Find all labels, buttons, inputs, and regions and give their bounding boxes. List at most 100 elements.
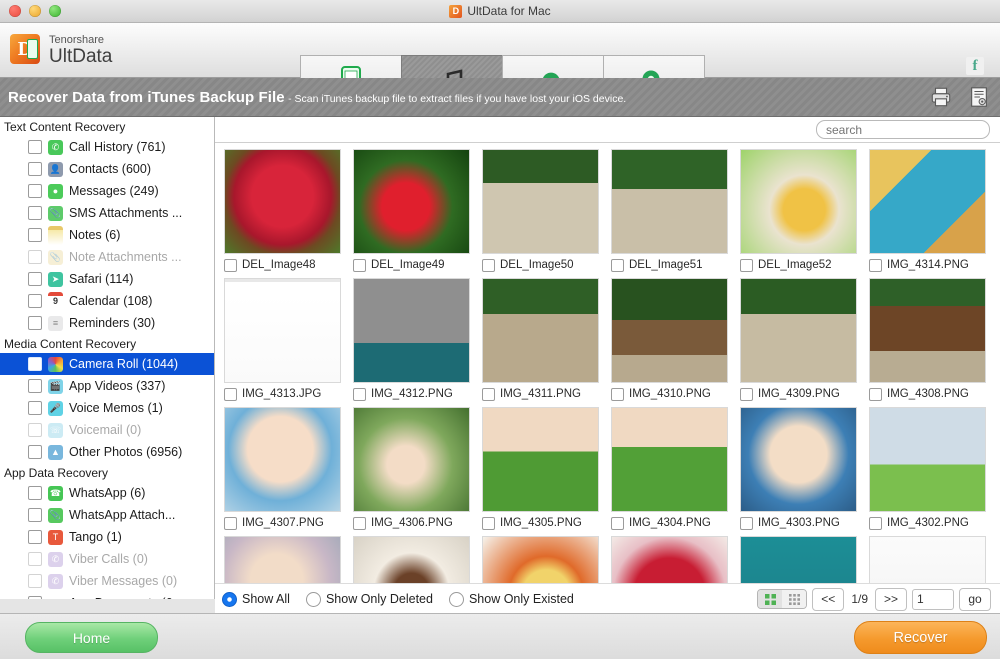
sidebar-item-note-attachments[interactable]: 📎 Note Attachments ... xyxy=(0,246,214,268)
thumbnail-checkbox[interactable] xyxy=(353,258,366,272)
thumbnail-image[interactable] xyxy=(740,149,857,254)
sidebar-item-voicemail-0[interactable]: ☏ Voicemail (0) xyxy=(0,419,214,441)
thumbnail-cell[interactable]: IMG_4302.PNG xyxy=(869,407,994,534)
thumbnail-checkbox[interactable] xyxy=(353,516,366,530)
thumbnail-cell[interactable]: IMG_4306.PNG xyxy=(353,407,478,534)
thumbnail-image[interactable] xyxy=(224,149,341,254)
thumbnail-image[interactable] xyxy=(482,149,599,254)
home-button[interactable]: Home xyxy=(25,622,158,653)
thumbnail-checkbox[interactable] xyxy=(224,387,237,401)
next-page-button[interactable]: >> xyxy=(875,587,907,611)
item-checkbox[interactable] xyxy=(28,316,42,330)
item-checkbox[interactable] xyxy=(28,250,42,264)
thumbnail-checkbox[interactable] xyxy=(740,258,753,272)
item-checkbox[interactable] xyxy=(28,401,42,415)
sidebar-item-notes-6[interactable]: Notes (6) xyxy=(0,224,214,246)
thumbnail-cell[interactable]: DEL_Image51 xyxy=(611,149,736,276)
thumbnail-cell[interactable]: IMG_4305.PNG xyxy=(482,407,607,534)
thumbnail-image[interactable] xyxy=(353,278,470,383)
thumbnail-checkbox[interactable] xyxy=(611,516,624,530)
thumbnail-cell[interactable]: IMG_4307.PNG xyxy=(224,407,349,534)
sidebar-item-safari-114[interactable]: ➤ Safari (114) xyxy=(0,268,214,290)
sidebar-item-call-history-761[interactable]: ✆ Call History (761) xyxy=(0,136,214,158)
search-input[interactable] xyxy=(816,120,990,139)
thumbnail-cell[interactable]: IMG_4310.PNG xyxy=(611,278,736,405)
thumbnail-checkbox[interactable] xyxy=(224,516,237,530)
sidebar-item-whatsapp-attach[interactable]: 📎 WhatsApp Attach... xyxy=(0,504,214,526)
sidebar-item-messages-249[interactable]: ● Messages (249) xyxy=(0,180,214,202)
thumbnail-image[interactable] xyxy=(353,149,470,254)
thumbnail-image[interactable] xyxy=(611,278,728,383)
item-checkbox[interactable] xyxy=(28,423,42,437)
sidebar-item-whatsapp-6[interactable]: ☎ WhatsApp (6) xyxy=(0,482,214,504)
thumbnail-checkbox[interactable] xyxy=(869,387,882,401)
thumbnail-checkbox[interactable] xyxy=(740,387,753,401)
go-button[interactable]: go xyxy=(959,587,991,611)
thumbnail-cell[interactable]: DEL_Image48 xyxy=(224,149,349,276)
thumbnail-checkbox[interactable] xyxy=(353,387,366,401)
thumbnail-image[interactable] xyxy=(869,149,986,254)
item-checkbox[interactable] xyxy=(28,574,42,588)
minimize-button[interactable] xyxy=(29,5,41,17)
sidebar-item-tango-1[interactable]: T Tango (1) xyxy=(0,526,214,548)
item-checkbox[interactable] xyxy=(28,596,42,599)
thumbnail-checkbox[interactable] xyxy=(611,258,624,272)
item-checkbox[interactable] xyxy=(28,184,42,198)
thumbnail-image[interactable] xyxy=(224,407,341,512)
thumbnail-checkbox[interactable] xyxy=(482,258,495,272)
item-checkbox[interactable] xyxy=(28,445,42,459)
filter-show-all[interactable]: Show All xyxy=(222,591,290,607)
thumbnail-image[interactable] xyxy=(740,407,857,512)
thumbnail-cell[interactable]: IMG_4303.PNG xyxy=(740,407,865,534)
thumbnail-cell[interactable]: IMG_4313.JPG xyxy=(224,278,349,405)
thumbnail-image[interactable] xyxy=(869,278,986,383)
thumbnail-cell[interactable]: IMG_4311.PNG xyxy=(482,278,607,405)
sidebar-item-app-documents-6[interactable]: ☰ App Documents (6... xyxy=(0,592,214,599)
sidebar-item-app-videos-337[interactable]: 🎬 App Videos (337) xyxy=(0,375,214,397)
page-number-input[interactable] xyxy=(912,588,954,610)
thumbnail-checkbox[interactable] xyxy=(482,387,495,401)
thumbnail-cell[interactable]: IMG_4312.PNG xyxy=(353,278,478,405)
item-checkbox[interactable] xyxy=(28,530,42,544)
recover-button[interactable]: Recover xyxy=(854,621,987,654)
item-checkbox[interactable] xyxy=(28,357,42,371)
document-settings-icon[interactable] xyxy=(968,86,990,108)
sidebar-item-camera-roll-1044[interactable]: Camera Roll (1044) xyxy=(0,353,214,375)
thumbnail-image[interactable] xyxy=(482,407,599,512)
thumbnail-cell[interactable]: IMG_4308.PNG xyxy=(869,278,994,405)
facebook-icon[interactable]: f xyxy=(966,57,984,75)
thumbnail-cell[interactable]: IMG_4309.PNG xyxy=(740,278,865,405)
thumbnail-image[interactable] xyxy=(611,149,728,254)
thumbnail-checkbox[interactable] xyxy=(224,258,237,272)
thumbnail-checkbox[interactable] xyxy=(869,516,882,530)
thumbnail-checkbox[interactable] xyxy=(611,387,624,401)
item-checkbox[interactable] xyxy=(28,162,42,176)
sidebar-item-other-photos-6956[interactable]: ▲ Other Photos (6956) xyxy=(0,441,214,463)
sidebar-item-contacts-600[interactable]: 👤 Contacts (600) xyxy=(0,158,214,180)
thumbnail-checkbox[interactable] xyxy=(482,516,495,530)
item-checkbox[interactable] xyxy=(28,294,42,308)
filter-show-only-deleted[interactable]: Show Only Deleted xyxy=(305,591,433,607)
zoom-button[interactable] xyxy=(49,5,61,17)
thumbnail-cell[interactable]: DEL_Image52 xyxy=(740,149,865,276)
thumbnail-image[interactable] xyxy=(611,407,728,512)
thumbnail-cell[interactable]: DEL_Image49 xyxy=(353,149,478,276)
close-button[interactable] xyxy=(9,5,21,17)
thumbnail-checkbox[interactable] xyxy=(740,516,753,530)
printer-icon[interactable] xyxy=(930,86,952,108)
sidebar[interactable]: Text Content Recovery ✆ Call History (761)… xyxy=(0,117,215,599)
sidebar-item-viber-calls-0[interactable]: ✆ Viber Calls (0) xyxy=(0,548,214,570)
item-checkbox[interactable] xyxy=(28,206,42,220)
sidebar-item-viber-messages-0[interactable]: ✆ Viber Messages (0) xyxy=(0,570,214,592)
thumbnail-cell[interactable]: IMG_4314.PNG xyxy=(869,149,994,276)
sidebar-item-sms-attachments[interactable]: 📎 SMS Attachments ... xyxy=(0,202,214,224)
sidebar-item-calendar-108[interactable]: 9 Calendar (108) xyxy=(0,290,214,312)
item-checkbox[interactable] xyxy=(28,508,42,522)
item-checkbox[interactable] xyxy=(28,486,42,500)
thumbnail-image[interactable] xyxy=(869,407,986,512)
sidebar-item-voice-memos-1[interactable]: 🎤 Voice Memos (1) xyxy=(0,397,214,419)
grid-small-icon[interactable] xyxy=(782,590,807,608)
item-checkbox[interactable] xyxy=(28,552,42,566)
item-checkbox[interactable] xyxy=(28,379,42,393)
thumbnail-cell[interactable]: DEL_Image50 xyxy=(482,149,607,276)
